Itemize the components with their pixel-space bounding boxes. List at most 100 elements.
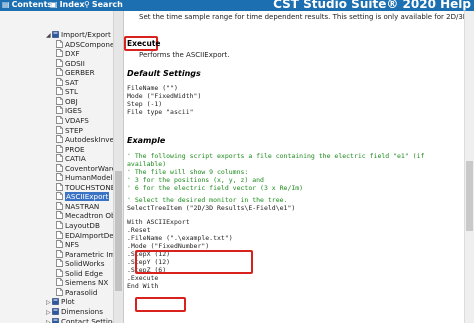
book-icon xyxy=(52,308,59,315)
document-icon xyxy=(56,278,63,287)
content-scrollbar[interactable] xyxy=(464,11,474,323)
tree-item[interactable]: SAT xyxy=(56,78,78,87)
document-icon xyxy=(56,58,63,67)
tree-item-label: VDAFS xyxy=(65,115,89,125)
tree-item-label: Contact Settings xyxy=(61,316,121,323)
tree-item[interactable]: LayoutDB xyxy=(56,221,100,230)
tree-item[interactable]: IGES xyxy=(56,106,82,115)
tree-item-label: OBJ xyxy=(65,96,78,106)
tree-item[interactable]: GERBER xyxy=(56,68,95,77)
document-icon xyxy=(56,230,63,239)
book-icon xyxy=(52,317,59,323)
help-content: Set the time sample range for time depen… xyxy=(123,11,474,323)
default-settings-code: FileName ("") Mode ("FixedWidth") Step (… xyxy=(127,84,201,116)
tree-item-label: ASCIIExport xyxy=(65,192,110,202)
document-icon xyxy=(56,182,63,191)
index-icon: ▣ xyxy=(50,0,58,9)
tree-item-label: Dimensions xyxy=(61,306,103,316)
tree-item-label: NASTRAN xyxy=(65,201,100,211)
tree-item-label: SAT xyxy=(65,77,79,87)
tree-item[interactable]: CoventorWare xyxy=(56,164,116,173)
code-line: .Mode ("FixedNumber") xyxy=(127,242,210,250)
sidebar-scrollbar-thumb[interactable] xyxy=(115,171,122,291)
document-icon xyxy=(56,77,63,86)
tree-item[interactable]: ◢ Import/Export xyxy=(46,30,111,39)
contents-icon: ▤ xyxy=(2,0,10,9)
code-line: .FileName (".\example.txt") xyxy=(127,234,233,242)
tree-item[interactable]: ▷ Dimensions xyxy=(46,307,103,316)
tree-item[interactable]: NFS xyxy=(56,240,79,249)
code-line: .Reset xyxy=(127,226,151,234)
code-comment: available) xyxy=(127,160,167,168)
tree-item[interactable]: STEP xyxy=(56,126,83,135)
book-icon xyxy=(52,298,59,306)
document-icon xyxy=(56,135,63,143)
tree-item[interactable]: ▷ Contact Settings xyxy=(46,317,121,323)
code-comment: ' 3 for the positions (x, y, z) and xyxy=(127,176,264,184)
tree-item[interactable]: NASTRAN xyxy=(56,202,99,211)
document-icon xyxy=(56,125,63,134)
tree-item[interactable]: ASCIIExport xyxy=(56,192,110,202)
code-line: SelectTreeItem ("2D/3D Results\E-Field\e… xyxy=(127,204,296,212)
tree-item-label: HumanModel xyxy=(65,173,113,183)
default-settings-heading: Default Settings xyxy=(127,69,201,78)
tree-item[interactable]: SolidWorks xyxy=(56,259,104,268)
code-comment: ' 6 for the electric field vector (3 x R… xyxy=(127,184,304,192)
tree-item-label: STL xyxy=(65,87,78,97)
tree-item[interactable]: Siemens NX xyxy=(56,278,108,287)
sidebar-scrollbar[interactable] xyxy=(113,11,123,323)
tree-item[interactable]: ▷ Plot xyxy=(46,297,75,306)
tree-item-label: CoventorWare xyxy=(65,163,117,173)
tree-item[interactable]: DXF xyxy=(56,49,80,58)
tree-item[interactable]: Solid Edge xyxy=(56,269,103,278)
tree-item[interactable]: OBJ xyxy=(56,97,78,106)
code-line: End With xyxy=(127,282,159,290)
code-line: Mode ("FixedWidth") xyxy=(127,92,202,100)
tree-item[interactable]: Parasolid xyxy=(56,288,97,297)
document-icon xyxy=(56,68,63,77)
document-icon xyxy=(56,144,63,153)
example-heading: Example xyxy=(127,136,166,145)
tree-item-label: LayoutDB xyxy=(65,221,100,230)
tree-item[interactable]: PROE xyxy=(56,145,85,154)
tree-item-label: GDSII xyxy=(65,58,85,68)
content-scrollbar-thumb[interactable] xyxy=(466,161,473,231)
document-icon xyxy=(56,173,63,182)
tree-item-label: Plot xyxy=(61,297,75,307)
tree-item-label: Solid Edge xyxy=(65,268,103,278)
execute-description: Performs the ASCIIExport. xyxy=(139,51,230,59)
tree-item[interactable]: TOUCHSTONE xyxy=(56,183,115,192)
tree-item-label: SolidWorks xyxy=(65,259,105,269)
document-icon xyxy=(56,116,63,124)
tree-item[interactable]: STL xyxy=(56,87,78,96)
document-icon xyxy=(56,249,63,258)
content-divider xyxy=(123,11,124,323)
code-comment: ' The file will show 9 columns: xyxy=(127,168,249,176)
tree-item[interactable]: HumanModel xyxy=(56,173,113,182)
contents-tree-panel: ◢ Import/Export ADSComponentI DXF GDSII GERBE… xyxy=(0,11,123,323)
document-icon xyxy=(56,49,63,57)
tree-item-label: Parasolid xyxy=(65,287,98,297)
tree-item-label: Siemens NX xyxy=(65,278,109,288)
tree-item[interactable]: VDAFS xyxy=(56,116,89,125)
tree-item-label: Import/Export xyxy=(61,30,111,39)
code-comment: ' The following script exports a file co… xyxy=(127,152,425,160)
tree-item[interactable]: GDSII xyxy=(56,59,85,68)
tree-item-label: NFS xyxy=(65,240,79,250)
document-icon xyxy=(56,240,63,248)
top-toolbar: ▤ Contents ▣ Index ⚲ Search CST Studio Suit… xyxy=(0,0,474,11)
contents-tab[interactable]: ▤ Contents xyxy=(2,0,52,10)
search-tab[interactable]: ⚲ Search xyxy=(84,0,123,10)
code-line: Step (-1) xyxy=(127,100,163,108)
document-icon xyxy=(56,287,63,296)
code-comment: ' Select the desired monitor in the tree… xyxy=(127,196,288,204)
document-icon xyxy=(56,268,63,277)
document-icon xyxy=(56,202,63,210)
intro-text: Set the time sample range for time depen… xyxy=(139,13,474,21)
index-tab[interactable]: ▣ Index xyxy=(50,0,85,10)
tree-item[interactable]: CATIA xyxy=(56,154,86,163)
document-icon xyxy=(56,163,63,172)
tree-item-label: PROE xyxy=(65,144,85,154)
tree-item-label: CATIA xyxy=(65,154,86,164)
document-icon xyxy=(56,259,63,268)
